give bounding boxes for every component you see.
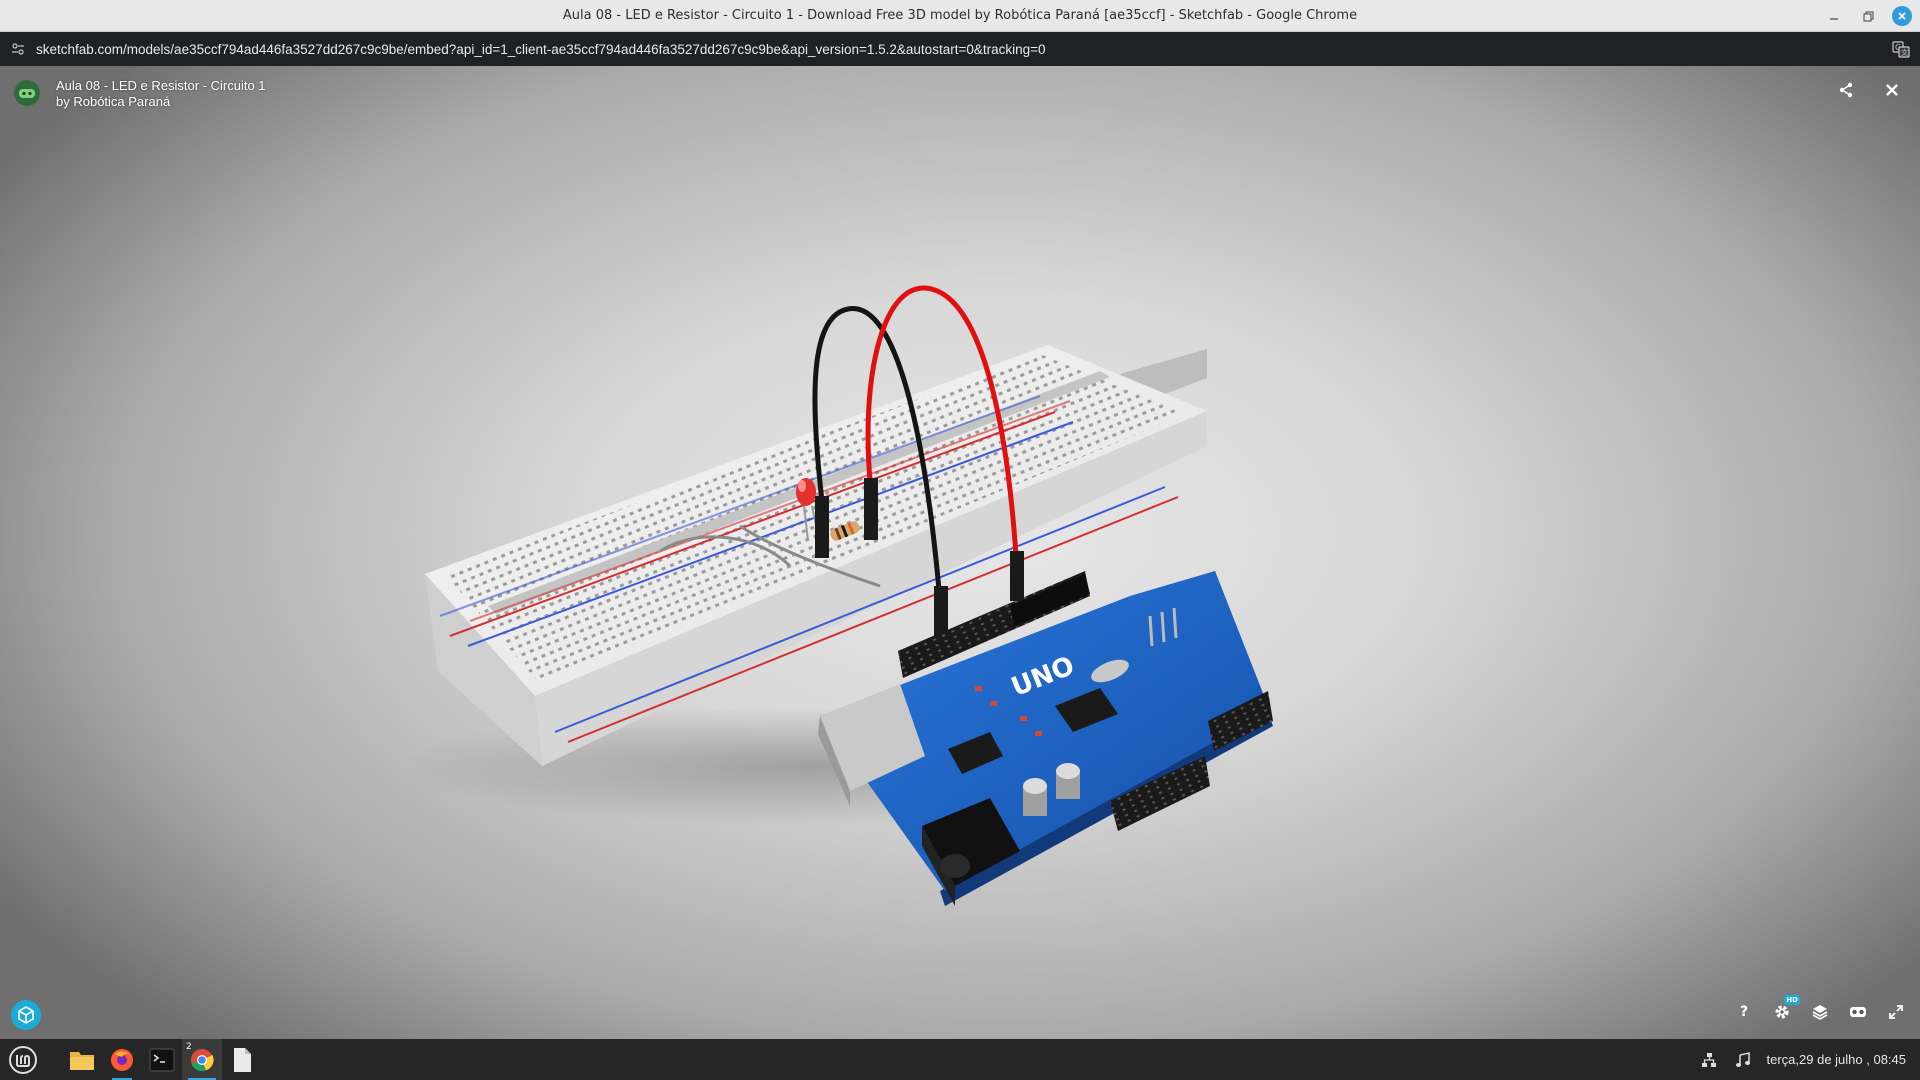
folder-icon (70, 1051, 94, 1070)
url-text[interactable]: sketchfab.com/models/ae35ccf794ad446fa35… (36, 42, 1046, 57)
viewer-top-actions (1836, 80, 1902, 100)
minimize-icon (1830, 18, 1838, 20)
taskbar-firefox[interactable] (102, 1039, 142, 1080)
sound-button[interactable] (1733, 1050, 1753, 1070)
taskbar-chrome[interactable]: 2 (182, 1039, 222, 1080)
model-author[interactable]: by Robótica Paraná (56, 94, 266, 109)
restore-icon (1863, 11, 1873, 21)
window-titlebar: Aula 08 - LED e Resistor - Circuito 1 - … (0, 0, 1920, 32)
window-controls (1824, 0, 1912, 32)
sketchfab-logo-icon (18, 1006, 34, 1024)
music-note-icon (1735, 1051, 1750, 1067)
layers-icon (1812, 1005, 1828, 1020)
chrome-icon (191, 1048, 214, 1071)
author-avatar[interactable] (14, 80, 40, 106)
translate-icon[interactable]: G文 (1892, 40, 1910, 58)
gear-icon (1775, 1005, 1789, 1019)
system-tray: terça,29 de julho , 08:45 (1699, 1039, 1907, 1080)
layers-button[interactable] (1810, 1002, 1830, 1022)
close-viewer-button[interactable] (1882, 80, 1902, 100)
model-header: Aula 08 - LED e Resistor - Circuito 1 by… (14, 78, 266, 109)
hd-badge: HD (1784, 995, 1800, 1005)
model-3d-render[interactable]: UNO (0, 66, 1920, 1039)
svg-text:文: 文 (1901, 48, 1908, 57)
network-icon (1701, 1052, 1716, 1067)
close-icon (1898, 12, 1906, 20)
chrome-window-count: 2 (186, 1042, 192, 1052)
firefox-icon (111, 1048, 133, 1071)
site-info-icon[interactable] (10, 41, 26, 57)
taskbar-terminal[interactable] (142, 1039, 182, 1080)
close-icon (1886, 84, 1898, 96)
share-icon (1839, 82, 1853, 98)
vr-button[interactable] (1848, 1002, 1868, 1022)
help-icon: ? (1739, 1004, 1749, 1020)
model-info: Aula 08 - LED e Resistor - Circuito 1 by… (56, 78, 266, 109)
taskbar-files[interactable] (62, 1039, 102, 1080)
arduino-uno: UNO (818, 571, 1273, 906)
robot-logo-icon (19, 89, 35, 98)
fullscreen-button[interactable] (1886, 1002, 1906, 1022)
model-viewer[interactable]: UNO Aula 08 - LED e Resistor - Circuito … (0, 66, 1920, 1039)
close-window-button[interactable] (1892, 6, 1912, 26)
window-title: Aula 08 - LED e Resistor - Circuito 1 - … (562, 8, 1358, 23)
linux-mint-logo-icon (9, 1045, 37, 1074)
share-button[interactable] (1836, 80, 1856, 100)
taskbar: 2 terça,29 de julho , 08:45 (0, 1039, 1920, 1080)
mint-menu-button[interactable] (0, 1039, 46, 1080)
taskbar-text-editor[interactable] (222, 1039, 262, 1080)
vr-headset-icon (1850, 1007, 1866, 1017)
minimize-button[interactable] (1824, 6, 1844, 26)
help-button[interactable]: ? (1734, 1002, 1754, 1022)
settings-button[interactable]: HD (1772, 995, 1800, 1022)
sketchfab-logo-button[interactable] (11, 1000, 41, 1030)
document-icon (234, 1047, 251, 1072)
terminal-icon (149, 1048, 175, 1071)
network-button[interactable] (1699, 1050, 1719, 1070)
fullscreen-icon (1889, 1005, 1903, 1019)
restore-button[interactable] (1858, 6, 1878, 26)
viewer-bottom-actions: ? HD (1734, 995, 1906, 1022)
model-title[interactable]: Aula 08 - LED e Resistor - Circuito 1 (56, 78, 266, 93)
address-bar: sketchfab.com/models/ae35ccf794ad446fa35… (0, 32, 1920, 66)
clock[interactable]: terça,29 de julho , 08:45 (1767, 1052, 1907, 1067)
